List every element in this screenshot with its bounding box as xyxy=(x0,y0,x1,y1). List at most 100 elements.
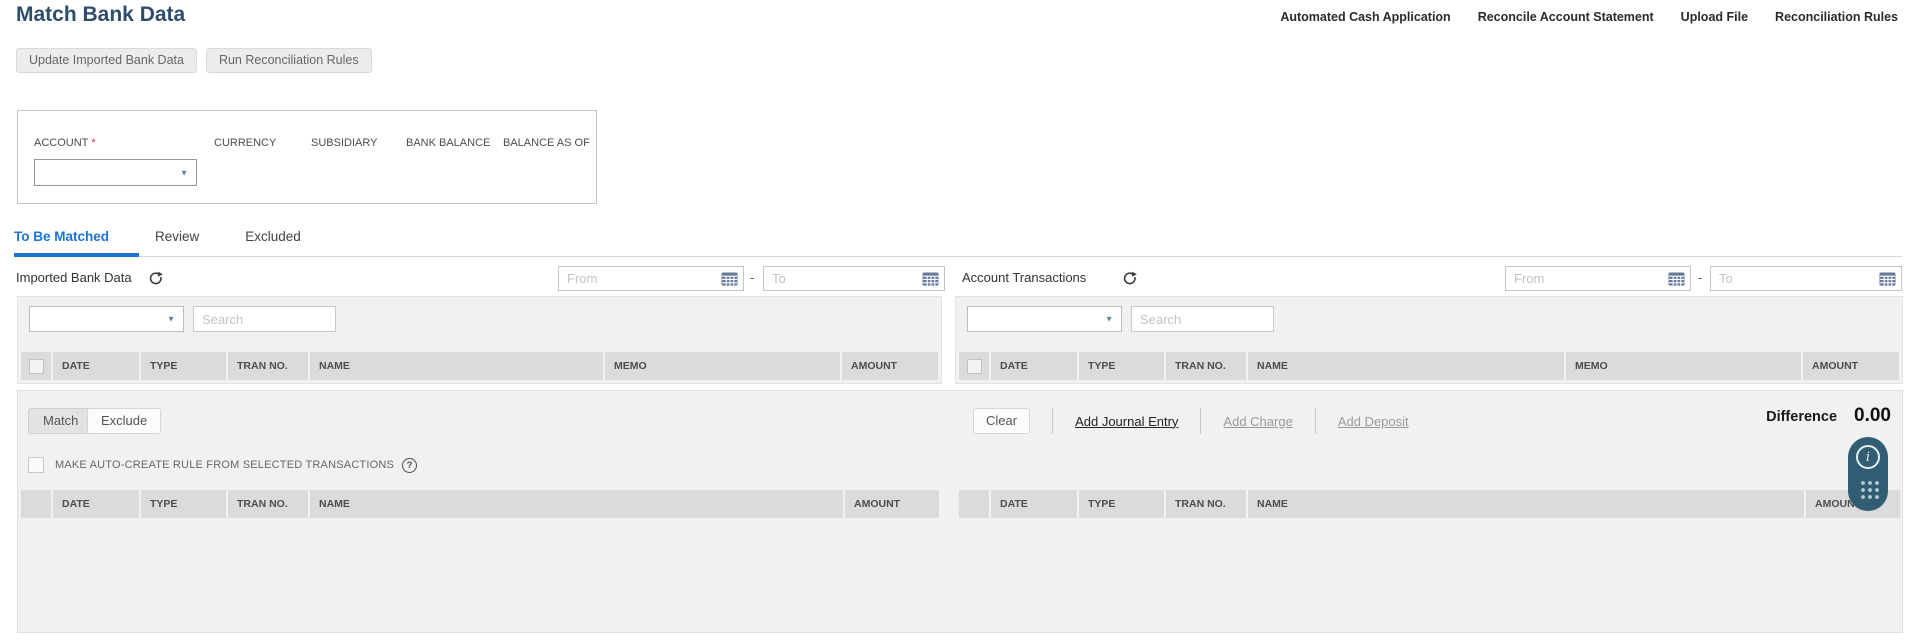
add-charge-link[interactable]: Add Charge xyxy=(1223,414,1292,429)
add-deposit-link[interactable]: Add Deposit xyxy=(1338,414,1409,429)
transactions-date-from-input[interactable] xyxy=(1506,267,1690,290)
chevron-down-icon: ▼ xyxy=(180,168,188,177)
column-header-type: TYPE xyxy=(141,352,226,380)
imported-filter-search-input[interactable] xyxy=(193,306,336,332)
column-header-date: DATE xyxy=(991,352,1077,380)
update-imported-bank-data-button[interactable]: Update Imported Bank Data xyxy=(16,48,197,73)
match-button[interactable]: Match xyxy=(28,408,94,434)
imported-refresh-icon[interactable] xyxy=(148,271,164,287)
info-icon[interactable]: i xyxy=(1856,445,1880,469)
add-journal-entry-link[interactable]: Add Journal Entry xyxy=(1075,414,1178,429)
currency-label: CURRENCY xyxy=(214,137,277,149)
tab-to-be-matched[interactable]: To Be Matched xyxy=(14,229,109,244)
header-spacer-cell xyxy=(21,490,51,518)
selected-transactions-table-header: DATE TYPE TRAN NO. NAME AMOUNT xyxy=(959,490,1900,518)
link-upload-file[interactable]: Upload File xyxy=(1681,10,1748,24)
column-header-tran-no: TRAN NO. xyxy=(228,490,308,518)
subsidiary-label: SUBSIDIARY xyxy=(311,137,378,149)
column-header-name: NAME xyxy=(1248,352,1564,380)
clear-button[interactable]: Clear xyxy=(973,408,1031,434)
account-label-text: ACCOUNT xyxy=(34,137,89,149)
transaction-actions: Clear Add Journal Entry Add Charge Add D… xyxy=(973,405,1409,437)
column-header-date: DATE xyxy=(53,352,139,380)
toolbar: Update Imported Bank Data Run Reconcilia… xyxy=(16,48,372,73)
transactions-filter-type-select[interactable]: ▼ xyxy=(967,306,1122,332)
imported-date-to-input[interactable] xyxy=(764,267,944,290)
transactions-filter-search-input[interactable] xyxy=(1131,306,1274,332)
selected-imported-table-header: DATE TYPE TRAN NO. NAME AMOUNT xyxy=(21,490,939,518)
column-header-date: DATE xyxy=(53,490,139,518)
calendar-icon[interactable] xyxy=(1879,271,1896,286)
imported-date-from-input[interactable] xyxy=(559,267,743,290)
link-reconciliation-rules[interactable]: Reconciliation Rules xyxy=(1775,10,1898,24)
account-transactions-panel: ▼ DATE TYPE TRAN NO. NAME MEMO AMOUNT xyxy=(955,296,1903,384)
column-header-memo: MEMO xyxy=(1566,352,1801,380)
tab-excluded[interactable]: Excluded xyxy=(245,229,301,244)
chevron-down-icon: ▼ xyxy=(167,314,175,324)
date-range-separator: - xyxy=(1698,270,1703,285)
select-all-checkbox[interactable] xyxy=(966,358,982,374)
difference-summary: Difference 0.00 xyxy=(1766,405,1891,427)
column-header-memo: MEMO xyxy=(605,352,840,380)
transactions-date-to-input[interactable] xyxy=(1711,267,1901,290)
column-header-tran-no: TRAN NO. xyxy=(228,352,308,380)
imported-bank-data-title: Imported Bank Data xyxy=(16,270,132,285)
imported-date-from xyxy=(558,266,744,291)
select-all-checkbox[interactable] xyxy=(28,358,44,374)
column-header-amount: AMOUNT xyxy=(1803,352,1899,380)
column-header-type: TYPE xyxy=(1079,352,1164,380)
active-tab-underline xyxy=(14,253,139,257)
calendar-icon[interactable] xyxy=(1668,271,1685,286)
column-header-tran-no: TRAN NO. xyxy=(1166,352,1246,380)
column-header-type: TYPE xyxy=(1079,490,1164,518)
link-reconcile-account-statement[interactable]: Reconcile Account Statement xyxy=(1478,10,1654,24)
column-header-tran-no: TRAN NO. xyxy=(1166,490,1246,518)
calendar-icon[interactable] xyxy=(721,271,738,286)
transactions-refresh-icon[interactable] xyxy=(1122,271,1138,287)
chevron-down-icon: ▼ xyxy=(1105,314,1113,324)
transactions-date-from xyxy=(1505,266,1691,291)
link-automated-cash-application[interactable]: Automated Cash Application xyxy=(1280,10,1450,24)
tab-divider xyxy=(14,256,1902,257)
required-asterisk: * xyxy=(91,137,96,149)
column-header-type: TYPE xyxy=(141,490,226,518)
run-reconciliation-rules-button[interactable]: Run Reconciliation Rules xyxy=(205,48,372,73)
transactions-table-header: DATE TYPE TRAN NO. NAME MEMO AMOUNT xyxy=(959,352,1899,380)
calendar-icon[interactable] xyxy=(922,271,939,286)
imported-bank-data-panel: ▼ DATE TYPE TRAN NO. NAME MEMO AMOUNT xyxy=(17,296,942,384)
transactions-date-to xyxy=(1710,266,1902,291)
auto-create-rule-label: MAKE AUTO-CREATE RULE FROM SELECTED TRAN… xyxy=(55,459,395,471)
header-checkbox-cell xyxy=(959,352,989,380)
action-divider xyxy=(1200,408,1202,434)
account-transactions-title: Account Transactions xyxy=(962,270,1087,285)
column-header-name: NAME xyxy=(310,490,843,518)
auto-create-rule-row: MAKE AUTO-CREATE RULE FROM SELECTED TRAN… xyxy=(28,457,418,473)
matching-workspace: Match Exclude Clear Add Journal Entry Ad… xyxy=(17,390,1903,633)
top-nav: Automated Cash Application Reconcile Acc… xyxy=(1280,10,1898,24)
header-spacer-cell xyxy=(959,490,989,518)
account-select[interactable]: ▼ xyxy=(34,159,197,186)
difference-label: Difference xyxy=(1766,409,1838,425)
imported-date-to xyxy=(763,266,945,291)
auto-create-rule-checkbox[interactable] xyxy=(28,457,44,473)
dialpad-icon[interactable] xyxy=(1857,478,1879,499)
imported-filter-type-select[interactable]: ▼ xyxy=(29,306,184,332)
imported-table-header: DATE TYPE TRAN NO. NAME MEMO AMOUNT xyxy=(21,352,938,380)
header-checkbox-cell xyxy=(21,352,51,380)
column-header-name: NAME xyxy=(310,352,603,380)
help-icon[interactable]: ? xyxy=(402,457,418,473)
page-title: Match Bank Data xyxy=(16,3,186,26)
column-header-name: NAME xyxy=(1248,490,1804,518)
action-divider xyxy=(1052,408,1054,434)
action-divider xyxy=(1314,408,1316,434)
column-header-date: DATE xyxy=(991,490,1077,518)
difference-value: 0.00 xyxy=(1854,405,1891,426)
column-header-amount: AMOUNT xyxy=(842,352,938,380)
exclude-button[interactable]: Exclude xyxy=(87,408,162,434)
tab-bar: To Be Matched Review Excluded xyxy=(14,229,301,244)
column-header-amount: AMOUNT xyxy=(845,490,939,518)
account-panel: ACCOUNT * CURRENCY SUBSIDIARY BANK BALANC… xyxy=(17,110,597,204)
feedback-widget[interactable]: i xyxy=(1848,437,1888,511)
tab-review[interactable]: Review xyxy=(155,229,199,244)
date-range-separator: - xyxy=(750,270,755,285)
